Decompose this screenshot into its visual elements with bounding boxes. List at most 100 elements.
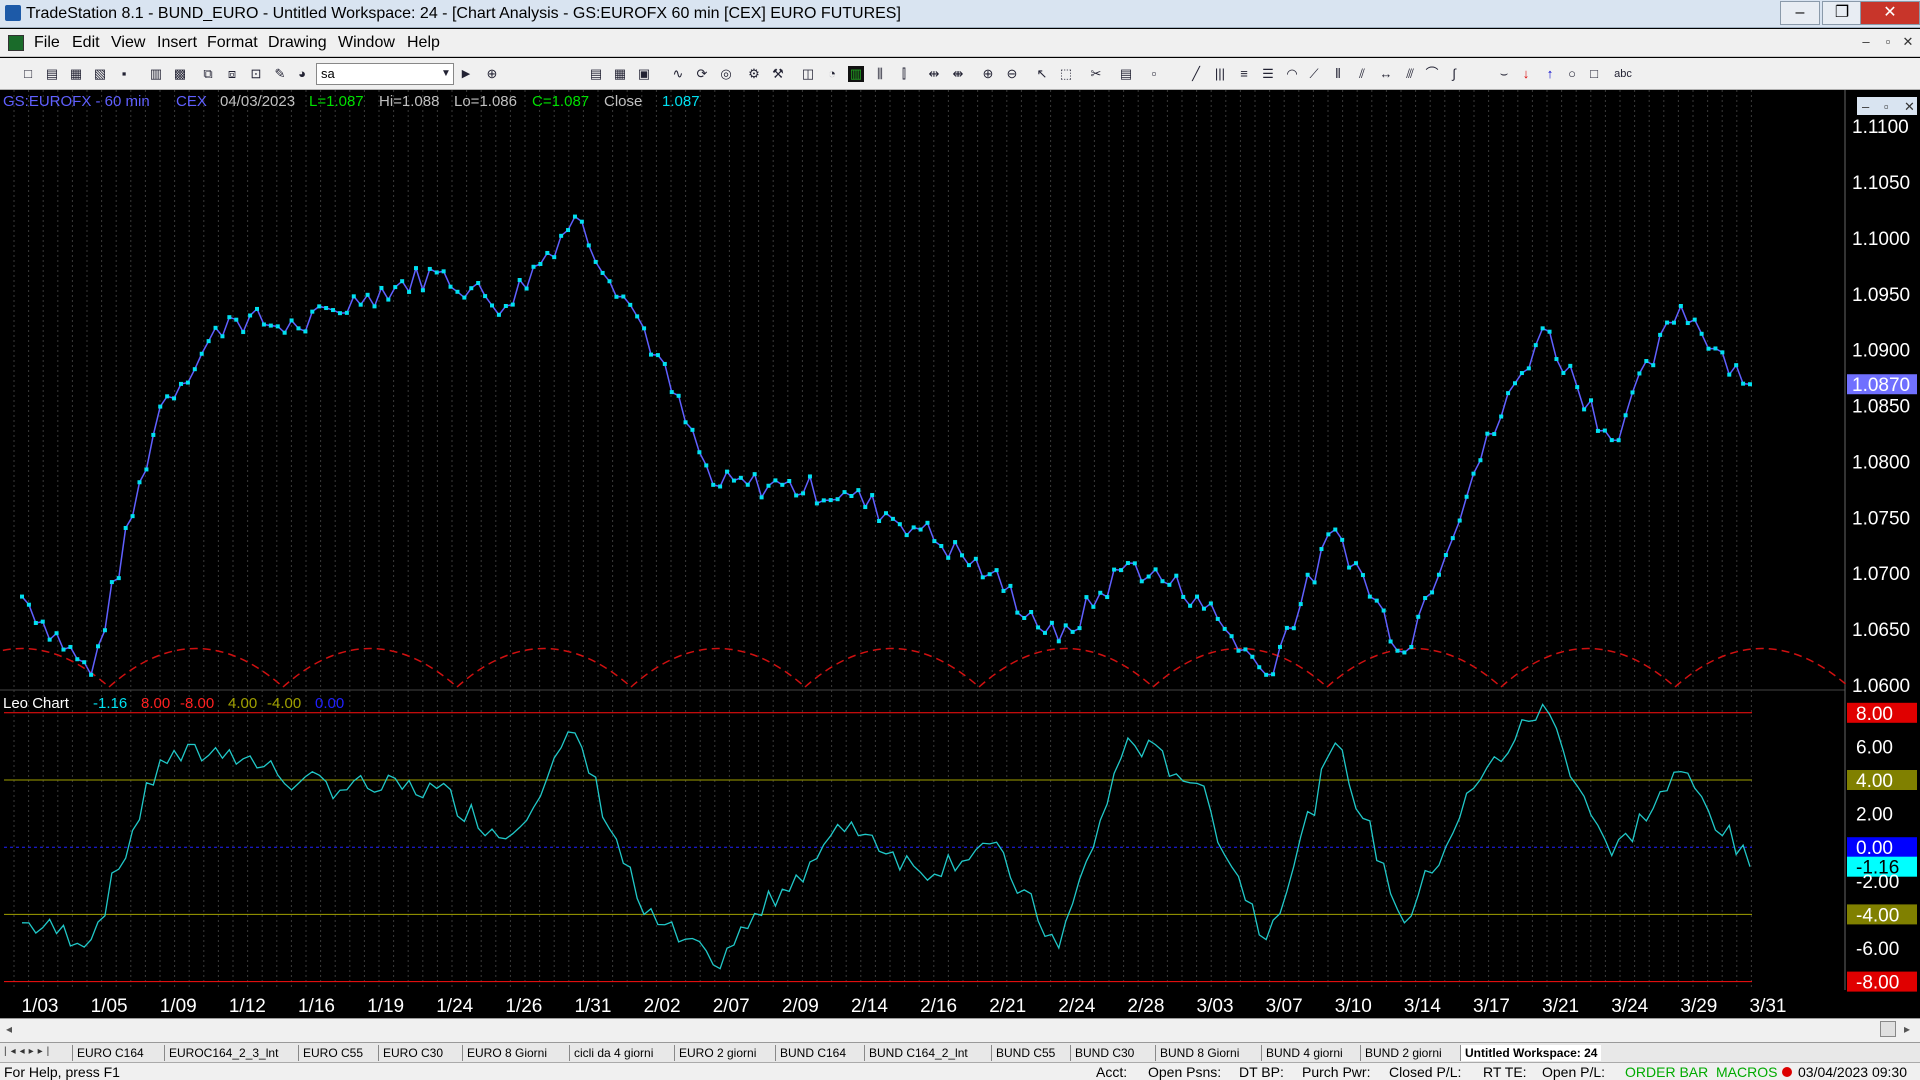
save-icon[interactable]: ▪ <box>116 66 132 82</box>
freehand-icon[interactable]: ∫ <box>1446 66 1462 82</box>
chevron-down-icon[interactable]: ▼ <box>438 66 454 82</box>
horizontal-lines-icon[interactable]: ≡ <box>1236 66 1252 82</box>
lock-icon[interactable]: ⊡ <box>248 66 264 82</box>
menu-edit[interactable]: Edit <box>72 34 100 52</box>
curve-icon[interactable]: ⌣ <box>1496 66 1512 82</box>
channel-icon[interactable]: ⫽ <box>1354 66 1370 82</box>
scroll-thumb[interactable] <box>1880 1021 1896 1037</box>
zoom-in-icon[interactable]: ⊕ <box>980 66 996 82</box>
scroll-left-icon[interactable]: ◂ <box>6 1022 12 1036</box>
symbol-input[interactable]: sa <box>316 63 454 85</box>
menu-help[interactable]: Help <box>407 34 440 52</box>
alarm-icon[interactable]: ◔ <box>824 66 840 82</box>
workspace-tab[interactable]: BUND C55 <box>991 1045 1059 1061</box>
arc-icon[interactable]: ◠ <box>1284 66 1300 82</box>
restore-button[interactable]: ❐ <box>1822 1 1862 25</box>
quote-icon[interactable]: ⊕ <box>484 66 500 82</box>
rectangle-icon[interactable]: □ <box>1586 66 1602 82</box>
open-icon[interactable]: ▤ <box>44 66 60 82</box>
menu-drawing[interactable]: Drawing <box>268 34 327 52</box>
expand-icon[interactable]: ⇼ <box>950 66 966 82</box>
data-window-icon[interactable]: ▤ <box>1118 66 1134 82</box>
chart-icon[interactable]: ▥ <box>848 66 864 82</box>
workspace-tab[interactable]: EURO C30 <box>378 1045 447 1061</box>
cycle-lines-icon[interactable]: ⫴ <box>1330 66 1346 82</box>
chart-cursor-icon[interactable]: ⬚ <box>1058 66 1074 82</box>
menu-window[interactable]: Window <box>338 34 395 52</box>
parallel-icon[interactable]: ⫻ <box>1402 66 1418 82</box>
menu-format[interactable]: Format <box>207 34 258 52</box>
workspace-tab[interactable]: BUND C164 <box>775 1045 850 1061</box>
price-point <box>20 594 24 599</box>
play-icon[interactable]: ▶ <box>458 66 474 82</box>
tab-nav-arrows-icon[interactable]: |◂◂▸▸| <box>4 1046 53 1057</box>
price-point <box>75 657 80 662</box>
horizontal-scrollbar[interactable]: ◂ ▸ <box>0 1018 1920 1042</box>
menu-view[interactable]: View <box>111 34 145 52</box>
chart-canvas[interactable]: GS:EUROFX - 60 min CEX 04/03/2023 L=1.087 Hi… <box>0 90 1920 1018</box>
line-chart-icon[interactable]: ∿ <box>670 66 686 82</box>
close-button[interactable]: ✕ <box>1860 1 1920 25</box>
zoom-out-icon[interactable]: ⊖ <box>1004 66 1020 82</box>
new-icon[interactable]: □ <box>20 66 36 82</box>
workspace-tab[interactable]: EURO 2 giorni <box>674 1045 760 1061</box>
scroll-right-icon[interactable]: ▸ <box>1904 1022 1910 1036</box>
workspace-tab[interactable]: EURO C55 <box>298 1045 367 1061</box>
workspace-tab[interactable]: EURO 8 Giorni <box>462 1045 551 1061</box>
workspace-tab[interactable]: BUND 4 giorni <box>1261 1045 1347 1061</box>
workspace-tab[interactable]: cicli da 4 giorni <box>569 1045 657 1061</box>
menu-insert[interactable]: Insert <box>157 34 197 52</box>
menu-file[interactable]: File <box>34 34 60 52</box>
workspace-tab[interactable]: EUROC164_2_3_lnt <box>164 1045 282 1061</box>
workspace-tab[interactable]: Untitled Workspace: 24 <box>1460 1045 1602 1061</box>
copy-icon[interactable]: ⧉ <box>200 66 216 82</box>
workspace-tab[interactable]: BUND 2 giorni <box>1360 1045 1446 1061</box>
print-preview-icon[interactable]: ▥ <box>148 66 164 82</box>
fib-icon[interactable]: ☰ <box>1260 66 1276 82</box>
trendline-icon[interactable]: ╱ <box>1188 66 1204 82</box>
strategy-icon[interactable]: ⚒ <box>770 66 786 82</box>
news-icon[interactable]: ◫ <box>800 66 816 82</box>
mdi-restore-button[interactable]: ▫ <box>1878 34 1898 52</box>
price-point <box>566 228 571 233</box>
window-icon[interactable]: ▣ <box>636 66 652 82</box>
bar-spacing-icon[interactable]: ⫼ <box>872 66 888 82</box>
open-workspace-icon[interactable]: ▦ <box>68 66 84 82</box>
scanner-icon[interactable]: ◎ <box>718 66 734 82</box>
bar-width-icon[interactable]: ⫿ <box>896 66 912 82</box>
order-bar-button[interactable]: ORDER BAR <box>1625 1064 1708 1080</box>
down-arrow-icon[interactable]: ↓ <box>1518 66 1534 82</box>
paste-icon[interactable]: ⧈ <box>224 66 240 82</box>
macros-button[interactable]: MACROS <box>1716 1064 1777 1080</box>
price-point <box>669 390 674 395</box>
refresh-icon[interactable]: ⟳ <box>694 66 710 82</box>
compress-icon[interactable]: ⇹ <box>926 66 942 82</box>
workspace-tab[interactable]: BUND 8 Giorni <box>1155 1045 1243 1061</box>
print-icon[interactable]: ▩ <box>172 66 188 82</box>
workspace-tab[interactable]: BUND C164_2_lnt <box>864 1045 972 1061</box>
pointer-icon[interactable]: ↖ <box>1034 66 1050 82</box>
mdi-close-button[interactable]: ✕ <box>1898 34 1918 52</box>
workspace-tab[interactable]: EURO C164 <box>72 1045 148 1061</box>
speed-arc-icon[interactable]: ⌒ <box>1424 66 1440 82</box>
price-point <box>1367 594 1372 599</box>
format-icon[interactable]: ✎ <box>272 66 288 82</box>
tools-icon[interactable]: ✂ <box>1088 66 1104 82</box>
text-icon[interactable]: abc <box>1610 66 1636 82</box>
analysis-icon[interactable]: ⚙ <box>746 66 762 82</box>
workspace-tab[interactable]: BUND C30 <box>1070 1045 1138 1061</box>
up-arrow-icon[interactable]: ↑ <box>1542 66 1558 82</box>
ellipse-icon[interactable]: ○ <box>1564 66 1580 82</box>
mdi-minimize-button[interactable]: – <box>1856 34 1876 52</box>
disabled-icon[interactable]: ▫ <box>1146 66 1162 82</box>
grid-icon[interactable]: ▤ <box>588 66 604 82</box>
vertical-lines-icon[interactable]: ||| <box>1212 66 1228 82</box>
gann-fan-icon[interactable]: ⟋ <box>1306 66 1322 82</box>
h-arrow-icon[interactable]: ↔ <box>1378 66 1394 82</box>
new-workspace-icon[interactable]: ▧ <box>92 66 108 82</box>
chart-window-icon[interactable] <box>8 35 24 51</box>
minimize-button[interactable]: – <box>1780 1 1820 25</box>
chart-area[interactable]: GS:EUROFX - 60 min CEX 04/03/2023 L=1.087 Hi… <box>0 90 1920 1020</box>
color-icon[interactable]: ◕ <box>294 66 310 82</box>
table-icon[interactable]: ▦ <box>612 66 628 82</box>
